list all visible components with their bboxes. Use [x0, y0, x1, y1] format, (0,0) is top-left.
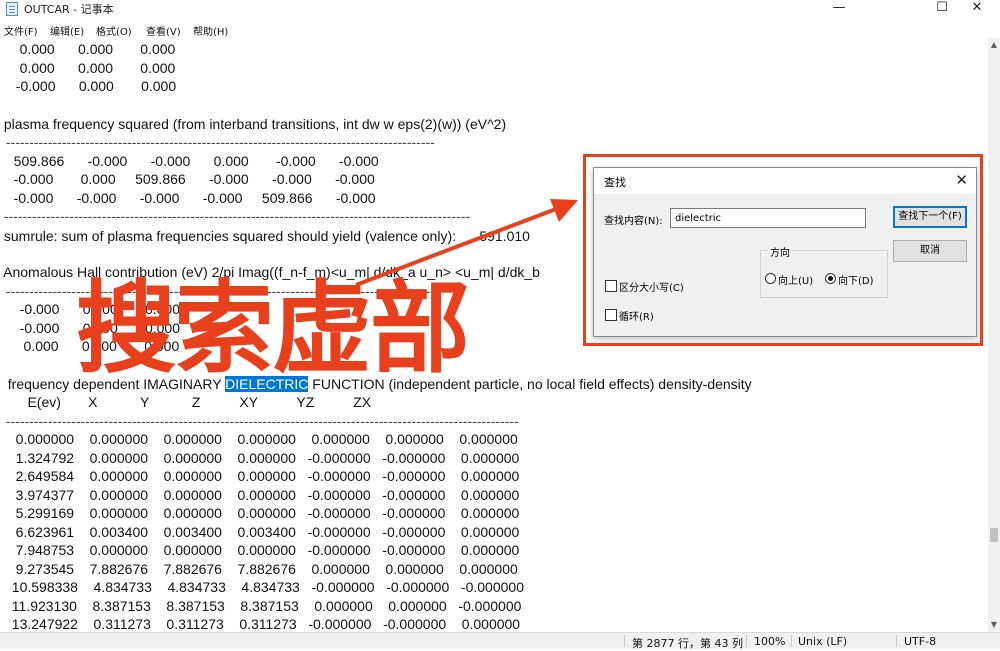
annotation-text: 搜索虚部	[76, 270, 470, 387]
